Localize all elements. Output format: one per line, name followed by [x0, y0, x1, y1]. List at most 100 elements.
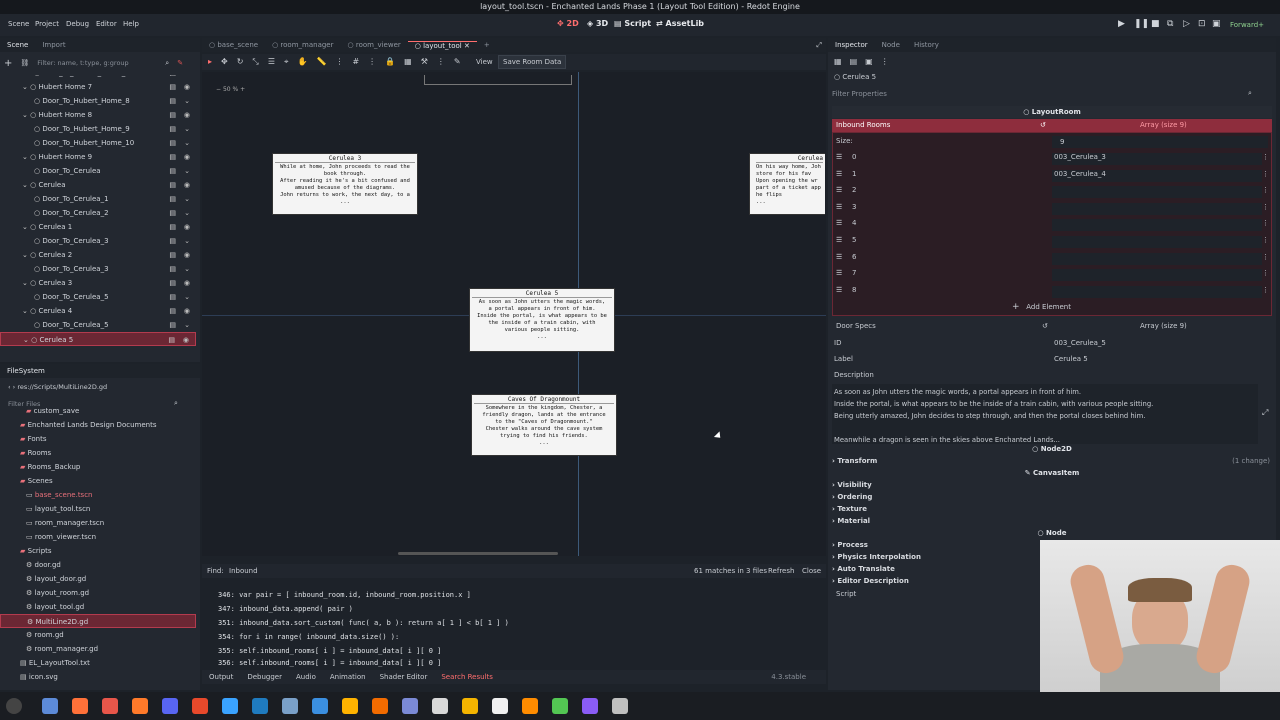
visibility-eye-icon[interactable]: ◉	[184, 80, 190, 94]
inbound-rooms-property[interactable]: Inbound Rooms ↺ Array (size 9)	[832, 119, 1272, 132]
array-element-row[interactable]: ☰ 0 003_Cerulea_3 ⋮	[836, 153, 1269, 165]
workspace-script-button[interactable]: ▤ Script	[614, 19, 651, 28]
scene-filter-input[interactable]: Filter: name, t:type, g:group	[37, 59, 157, 67]
save-room-data-button[interactable]: Save Room Data	[498, 55, 567, 69]
section-visibility[interactable]: › Visibility	[832, 479, 1272, 491]
menu-debug[interactable]: Debug	[66, 20, 89, 28]
more-icon[interactable]: ⋮	[368, 57, 376, 67]
tab-layout-tool[interactable]: ○ layout_tool ✕	[407, 40, 477, 50]
taskbar-app-icon[interactable]	[312, 698, 328, 714]
tab-room-viewer[interactable]: ○ room_viewer	[341, 41, 408, 49]
scene-tree-item[interactable]: ⌄ ○ Hubert Home 9 ▤ ◉	[0, 150, 196, 164]
taskbar-app-icon[interactable]	[462, 698, 478, 714]
script-icon[interactable]: ▤	[169, 248, 176, 262]
array-value-field[interactable]	[1052, 252, 1262, 265]
pivot-icon[interactable]: ⌖	[284, 57, 289, 67]
tool-icon[interactable]: ✎	[454, 57, 461, 67]
extra-icon[interactable]: ⋮	[881, 57, 889, 66]
array-value-field[interactable]: 003_Cerulea_3	[1052, 153, 1262, 165]
taskbar-app-icon[interactable]	[522, 698, 538, 714]
array-value-field[interactable]	[1052, 236, 1262, 248]
more-icon[interactable]: ⋮	[1262, 170, 1269, 178]
filesystem-item[interactable]: ▭ room_viewer.tscn	[0, 530, 196, 544]
scene-tree-item[interactable]: ○ Door_To_Cerulea_3 ▤ ⌄	[0, 262, 196, 276]
scene-tree-item[interactable]: ○ Door_To_Hubert_Home_9 ▤ ⌄	[0, 122, 196, 136]
filesystem-item[interactable]: ▰ Fonts	[0, 432, 196, 446]
size-spinbox[interactable]: 9	[1052, 136, 1268, 148]
array-element-row[interactable]: ☰ 6 ⋮	[836, 252, 1269, 265]
visibility-eye-icon[interactable]: ◉	[183, 333, 189, 347]
menu-help[interactable]: Help	[123, 20, 139, 28]
more-icon[interactable]: ⋮	[1262, 236, 1269, 244]
add-node-icon[interactable]: +	[4, 58, 12, 69]
taskbar-app-icon[interactable]	[222, 698, 238, 714]
array-value-field[interactable]: 003_Cerulea_4	[1052, 169, 1262, 182]
stop-icon[interactable]: ■	[1151, 19, 1160, 29]
visibility-eye-icon[interactable]: ◉	[184, 150, 190, 164]
drag-handle-icon[interactable]: ☰	[836, 219, 842, 227]
drag-handle-icon[interactable]: ☰	[836, 286, 842, 294]
drag-handle-icon[interactable]: ☰	[836, 269, 842, 277]
snap-icon[interactable]: ⋮	[335, 57, 343, 67]
back-forward-icon[interactable]: ‹ ›	[8, 383, 15, 391]
play-icon[interactable]: ▶	[1118, 19, 1125, 29]
room-card-caves-of-dragonmount[interactable]: Caves Of Dragonmount Somewhere in the ki…	[471, 394, 617, 456]
scene-tree-item[interactable]: ⌄ ○ Cerulea 1 ▤ ◉	[0, 220, 196, 234]
move-mode-icon[interactable]: ✥	[221, 57, 228, 67]
result-line-347[interactable]: 347: inbound_data.append( pair )	[218, 605, 353, 613]
taskbar-app-icon[interactable]	[162, 698, 178, 714]
script-icon[interactable]: ▤	[169, 318, 176, 332]
play-scene-icon[interactable]: ▷	[1183, 19, 1190, 29]
script-icon[interactable]: ▤	[169, 94, 176, 108]
scene-tree-item[interactable]: ○ Door_To_Cerulea_2 ▤ ⌄	[0, 206, 196, 220]
tab-node[interactable]: Node	[875, 41, 907, 49]
tab-shader-editor[interactable]: Shader Editor	[373, 673, 435, 681]
section-transform[interactable]: › Transform (1 change)	[832, 455, 1272, 467]
taskbar-app-icon[interactable]	[582, 698, 598, 714]
result-line-351[interactable]: 351: inbound_data.sort_custom( func( a, …	[218, 619, 509, 627]
pause-icon[interactable]: ❚❚	[1134, 19, 1149, 29]
add-tab-icon[interactable]: +	[477, 41, 497, 49]
scale-mode-icon[interactable]: ⤡	[252, 57, 258, 67]
taskbar-app-icon[interactable]	[552, 698, 568, 714]
more-icon[interactable]: ⋮	[1262, 219, 1269, 227]
save-resource-icon[interactable]: ▣	[865, 57, 873, 66]
more-icon[interactable]: ⋮	[1262, 203, 1269, 211]
expand-icon[interactable]: ⤢	[1262, 408, 1268, 418]
scene-tree-item[interactable]: ⌄ ○ Cerulea 3 ▤ ◉	[0, 276, 196, 290]
filesystem-item[interactable]: ▰ Scenes	[0, 474, 196, 488]
ruler-icon[interactable]: 📏	[316, 57, 326, 67]
workspace-assetlib-button[interactable]: ⇄ AssetLib	[656, 19, 704, 28]
drag-handle-icon[interactable]: ☰	[836, 253, 842, 261]
more-icon[interactable]: ⋮	[1262, 286, 1269, 294]
script-icon[interactable]: ▤	[169, 304, 176, 318]
filesystem-item[interactable]: ▭ layout_tool.tscn	[0, 502, 196, 516]
movie-icon[interactable]: ▣	[1212, 19, 1221, 29]
scene-tree-item[interactable]: ○ Door_To_Hubert_Home_8 ▤ ⌄	[0, 94, 196, 108]
drag-handle-icon[interactable]: ☰	[836, 186, 842, 194]
taskbar-app-icon[interactable]	[72, 698, 88, 714]
more-icon[interactable]: ⋮	[1262, 269, 1269, 277]
filesystem-item[interactable]: ⚙ room.gd	[0, 628, 196, 642]
filesystem-item[interactable]: ▰ Rooms_Backup	[0, 460, 196, 474]
filesystem-item[interactable]: ⚙ layout_tool.gd	[0, 600, 196, 614]
room-card-cerulea[interactable]: Cerulea On his way home, Joh store for h…	[749, 153, 825, 215]
tab-room-manager[interactable]: ○ room_manager	[265, 41, 340, 49]
remote-debug-icon[interactable]: ⧉	[1167, 19, 1173, 29]
more-icon[interactable]: ⋮	[1262, 186, 1269, 194]
play-custom-icon[interactable]: ⊡	[1198, 19, 1206, 29]
script-icon[interactable]: ▤	[168, 333, 175, 347]
list-select-icon[interactable]: ☰	[268, 57, 275, 67]
taskbar-app-icon[interactable]	[42, 698, 58, 714]
script-icon[interactable]: ▤	[169, 164, 176, 178]
scene-tree-item[interactable]: ○ Door_To_Hubert_Home_10 ▤ ⌄	[0, 136, 196, 150]
pan-icon[interactable]: ✋	[298, 57, 308, 67]
tab-debugger[interactable]: Debugger	[240, 673, 289, 681]
filesystem-item[interactable]: ⚙ MultiLine2D.gd	[0, 614, 196, 628]
new-resource-icon[interactable]: ▦	[834, 57, 842, 66]
filter-properties-input[interactable]: Filter Properties	[832, 90, 887, 98]
filesystem-item[interactable]: ▰ Enchanted Lands Design Documents	[0, 418, 196, 432]
room-card-cerulea-3[interactable]: Cerulea 3 While at home, John proceeds t…	[272, 153, 418, 215]
taskbar-app-icon[interactable]	[342, 698, 358, 714]
visibility-eye-icon[interactable]: ◉	[184, 178, 190, 192]
